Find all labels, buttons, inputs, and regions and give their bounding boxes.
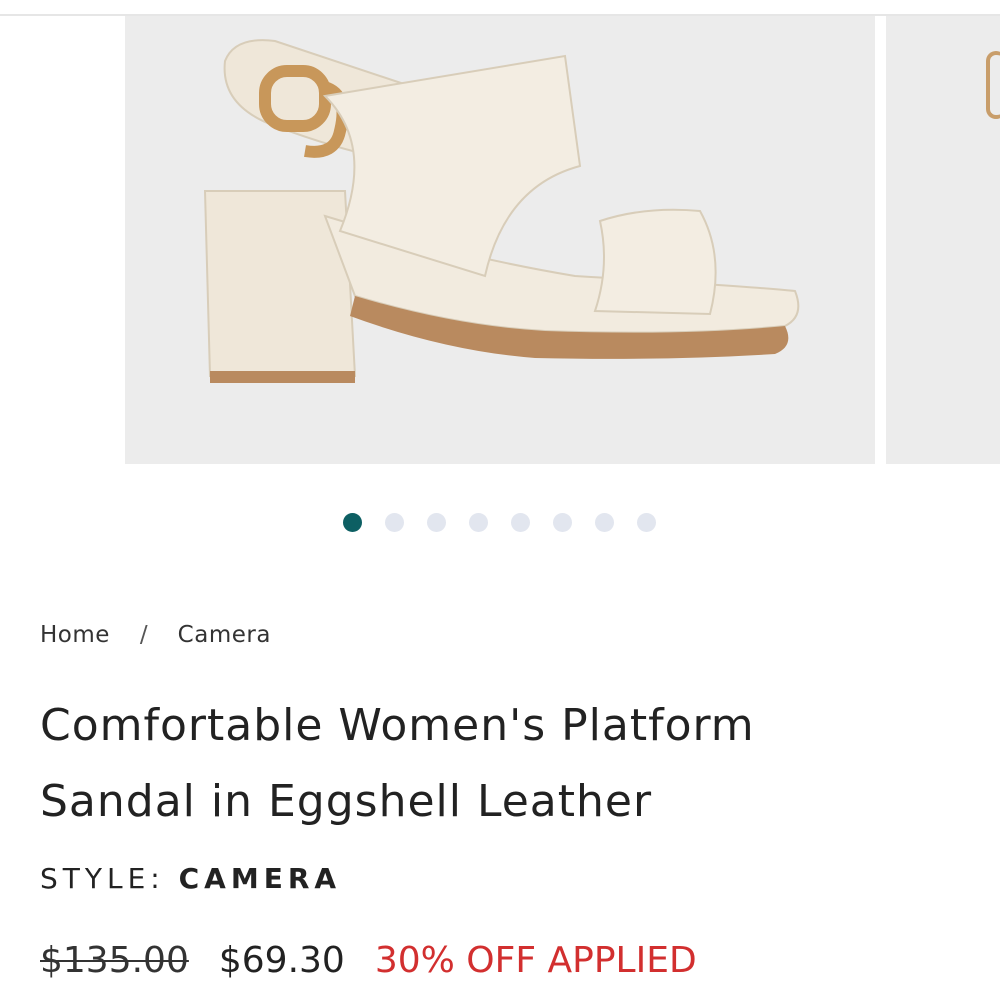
sandal-image [203, 39, 800, 383]
pagination-dot[interactable] [469, 513, 488, 532]
pagination-dot[interactable] [637, 513, 656, 532]
pagination-dot[interactable] [385, 513, 404, 532]
style-value: CAMERA [178, 862, 342, 895]
pagination-dot[interactable] [343, 513, 362, 532]
product-style: STYLE: CAMERA [40, 862, 341, 895]
original-price: $135.00 [40, 940, 189, 981]
pagination-dot[interactable] [553, 513, 572, 532]
pagination-dot[interactable] [427, 513, 446, 532]
breadcrumb-home-link[interactable]: Home [40, 622, 110, 648]
breadcrumb: Home / Camera [40, 622, 271, 648]
product-title-line-2: Sandal in Eggshell Leather [40, 776, 653, 827]
next-image-peek [986, 51, 1000, 119]
carousel-pagination [343, 513, 656, 532]
pagination-dot[interactable] [595, 513, 614, 532]
price-row: $135.00 $69.30 30% OFF APPLIED [40, 940, 697, 981]
breadcrumb-current-link[interactable]: Camera [178, 622, 271, 648]
breadcrumb-separator: / [139, 622, 148, 648]
style-label: STYLE: [40, 862, 165, 895]
product-title-line-1: Comfortable Women's Platform [40, 700, 755, 751]
product-image-main[interactable] [125, 16, 875, 464]
discount-badge: 30% OFF APPLIED [374, 940, 697, 981]
sale-price: $69.30 [218, 940, 345, 981]
pagination-dot[interactable] [511, 513, 530, 532]
product-title: Comfortable Women's Platform Sandal in E… [40, 688, 940, 840]
product-image-carousel[interactable] [0, 16, 1000, 466]
product-image-next[interactable] [886, 16, 1000, 464]
